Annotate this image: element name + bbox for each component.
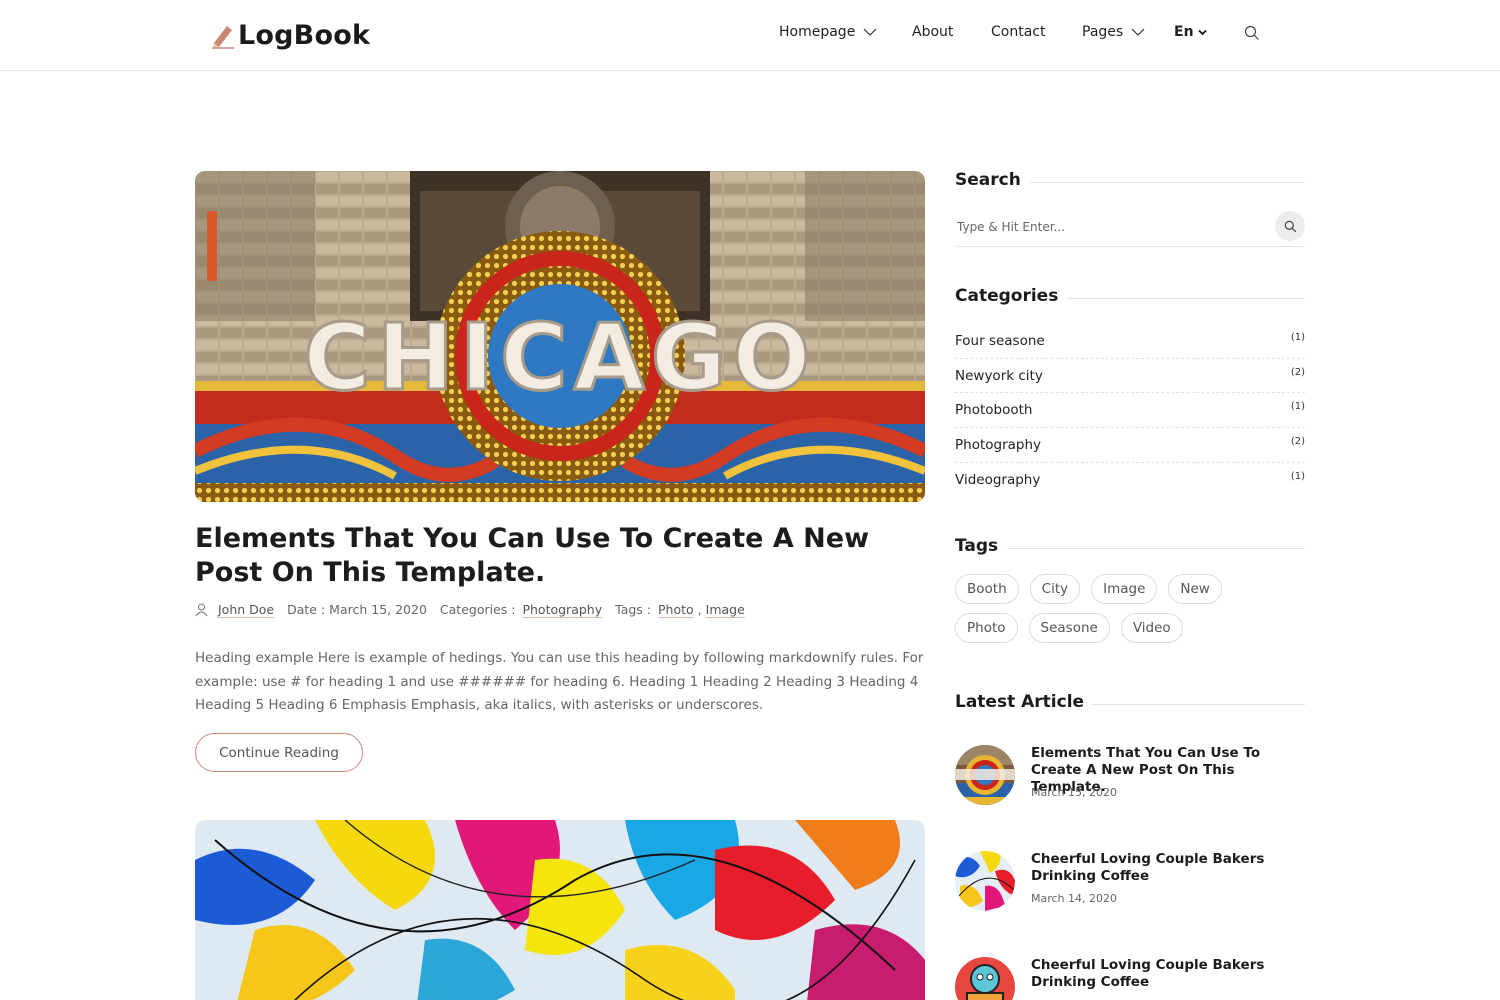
- search-widget-title: Search: [955, 170, 1305, 190]
- tag-cloud: Booth City Image New Photo Seasone Video: [955, 574, 1305, 652]
- post-excerpt: Heading example Here is example of hedin…: [195, 650, 924, 713]
- chicago-theatre-sign-image: CHICAGO: [195, 171, 925, 502]
- chicago-sign-text: CHICAGO: [303, 304, 816, 411]
- language-label: En: [1174, 24, 1194, 40]
- continue-reading-button[interactable]: Continue Reading: [195, 733, 363, 772]
- title-divider: [1029, 181, 1305, 183]
- tags-widget-title: Tags: [955, 536, 1305, 556]
- tag-city[interactable]: City: [1029, 574, 1081, 604]
- category-item[interactable]: Four seasone (1): [955, 324, 1305, 359]
- nav-contact[interactable]: Contact: [991, 24, 1045, 40]
- category-item[interactable]: Photography (2): [955, 428, 1305, 463]
- chicago-thumbnail-image: [955, 745, 1015, 805]
- tag-new[interactable]: New: [1168, 574, 1222, 604]
- chevron-down-icon: [1131, 28, 1145, 36]
- tag-booth[interactable]: Booth: [955, 574, 1019, 604]
- post-date: Date : March 15, 2020: [287, 602, 427, 617]
- language-select[interactable]: En: [1174, 24, 1207, 40]
- category-count: (1): [1290, 332, 1305, 343]
- chevron-down-icon: [863, 28, 877, 36]
- search-widget-title-text: Search: [955, 170, 1021, 190]
- latest-article-thumbnail[interactable]: [955, 957, 1015, 1000]
- category-count: (1): [1290, 470, 1305, 482]
- nav-about[interactable]: About: [912, 24, 953, 40]
- latest-article-date: March 14, 2020: [1031, 892, 1118, 905]
- post-meta: John Doe Date : March 15, 2020 Categorie…: [195, 602, 745, 617]
- tags-widget-title-text: Tags: [955, 536, 999, 556]
- nav-homepage[interactable]: Homepage: [779, 24, 877, 40]
- nav-pages[interactable]: Pages: [1082, 24, 1145, 40]
- categories-widget-title-text: Categories: [955, 286, 1059, 306]
- latest-article-thumbnail[interactable]: [955, 851, 1015, 911]
- sidebar-search-input[interactable]: [955, 211, 1265, 243]
- logo-text: LogBook: [238, 19, 371, 51]
- category-name: Four seasone: [955, 332, 1045, 349]
- category-item[interactable]: Newyork city (2): [955, 359, 1305, 394]
- post-title[interactable]: Elements That You Can Use To Create A Ne…: [195, 522, 925, 590]
- category-count: (1): [1290, 401, 1305, 413]
- category-count: (2): [1290, 436, 1305, 448]
- title-divider: [1007, 547, 1305, 549]
- latest-article-date: March 15, 2020: [1031, 786, 1118, 799]
- nav-about-label: About: [912, 24, 954, 40]
- tag-separator: ,: [697, 602, 702, 617]
- category-list: Four seasone (1) Newyork city (2) Photob…: [955, 324, 1305, 497]
- sidebar-search: [955, 211, 1305, 247]
- tag-seasone[interactable]: Seasone: [1028, 613, 1110, 643]
- categories-widget-title: Categories: [955, 286, 1305, 306]
- category-name: Newyork city: [955, 367, 1043, 384]
- post-featured-image[interactable]: CHICAGO: [195, 171, 925, 502]
- latest-article-title[interactable]: Cheerful Loving Couple Bakers Drinking C…: [1031, 851, 1305, 885]
- paint-thumbnail-image: [955, 851, 1015, 911]
- abstract-paint-image: [195, 820, 925, 1000]
- post-author-link[interactable]: John Doe: [218, 602, 274, 617]
- title-divider: [1093, 703, 1305, 705]
- search-icon[interactable]: [1244, 25, 1260, 41]
- category-name: Photography: [955, 436, 1042, 453]
- category-name: Photobooth: [955, 402, 1033, 419]
- title-divider: [1067, 297, 1305, 299]
- site-header: LogBook Homepage About Contact Pages En: [0, 0, 1500, 71]
- tags-label: Tags :: [615, 602, 651, 617]
- post-tag-link-image[interactable]: Image: [706, 602, 745, 617]
- category-item[interactable]: Photobooth (1): [955, 393, 1305, 429]
- site-logo[interactable]: LogBook: [210, 18, 370, 52]
- illustration-thumbnail-image: [955, 957, 1015, 1000]
- latest-article-title[interactable]: Cheerful Loving Couple Bakers Drinking C…: [1031, 957, 1305, 991]
- tag-video[interactable]: Video: [1120, 613, 1183, 643]
- category-count: (2): [1290, 366, 1305, 378]
- post-featured-image-2[interactable]: [195, 820, 925, 1000]
- post-tag-link-photo[interactable]: Photo: [658, 602, 694, 617]
- tag-photo[interactable]: Photo: [955, 613, 1018, 643]
- latest-widget-title: Latest Article: [955, 692, 1305, 712]
- user-icon: [195, 603, 208, 616]
- categories-label: Categories :: [439, 602, 516, 617]
- nav-pages-label: Pages: [1082, 24, 1124, 40]
- chevron-down-icon: [1197, 29, 1207, 35]
- search-icon: [1284, 220, 1296, 232]
- post-category-link[interactable]: Photography: [522, 602, 602, 617]
- category-item[interactable]: Videography (1): [955, 463, 1305, 498]
- latest-widget-title-text: Latest Article: [955, 692, 1085, 712]
- tag-image[interactable]: Image: [1091, 574, 1158, 604]
- pencil-logo-icon: [212, 26, 234, 49]
- sidebar-search-button[interactable]: [1275, 211, 1305, 241]
- category-name: Videography: [955, 472, 1041, 489]
- nav-homepage-label: Homepage: [779, 24, 856, 40]
- nav-contact-label: Contact: [991, 24, 1046, 40]
- latest-article-thumbnail[interactable]: [955, 745, 1015, 805]
